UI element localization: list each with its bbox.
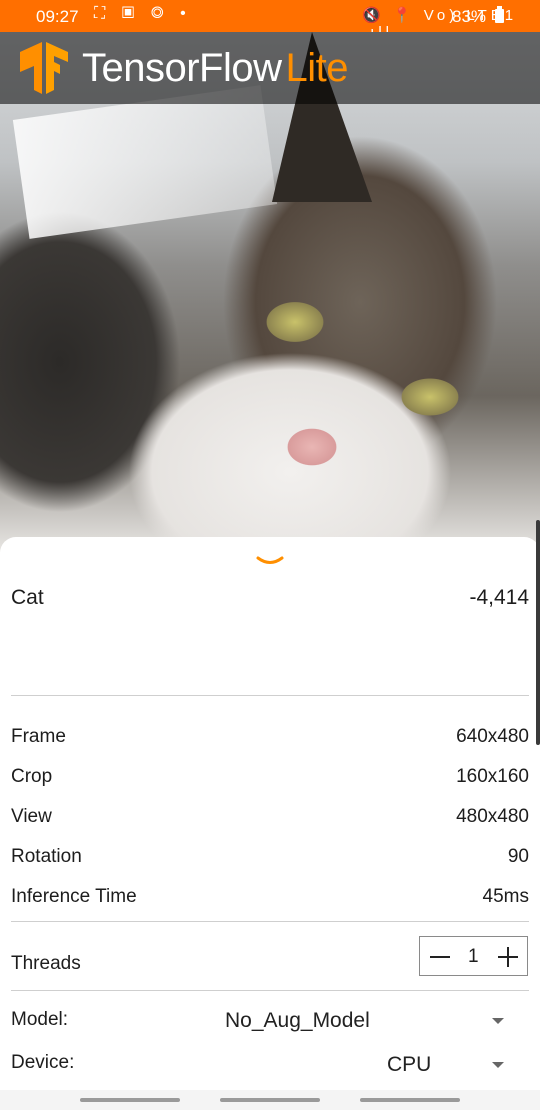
chevron-down-icon[interactable] (256, 555, 284, 567)
battery-level: 83% (452, 7, 487, 26)
status-notification-icons: ⛶ ▣ ◎ • (94, 5, 192, 22)
info-label: Crop (11, 766, 53, 787)
camera-preview (0, 32, 540, 552)
dropdown-arrow-icon[interactable] (492, 1062, 504, 1068)
dropdown-arrow-icon[interactable] (492, 1018, 504, 1024)
status-bar: 09:27 ⛶ ▣ ◎ • 🔇 📍 Vo) LTE1 .ıll 83% (0, 0, 540, 41)
info-value: 160x160 (456, 766, 529, 787)
brand-accent: Lite (285, 46, 349, 90)
device-label: Device: (11, 1052, 75, 1073)
result-score: -4,414 (469, 586, 529, 609)
info-value: 480x480 (456, 806, 529, 827)
minus-icon (430, 956, 450, 958)
threads-label: Threads (11, 953, 81, 974)
divider (11, 695, 529, 696)
tensorflow-logo-icon (20, 42, 68, 94)
device-select[interactable]: CPU (387, 1053, 431, 1077)
background-window (12, 85, 278, 239)
divider (11, 990, 529, 991)
gesture-nav-bar (0, 1090, 540, 1110)
plus-icon-vertical (507, 947, 509, 967)
threads-increment-button[interactable] (489, 937, 527, 975)
info-label: Frame (11, 726, 66, 747)
battery-icon (495, 6, 504, 23)
scrollbar[interactable] (536, 520, 540, 745)
model-select[interactable]: No_Aug_Model (225, 1009, 370, 1033)
info-value: 45ms (482, 886, 529, 907)
nav-back-handle[interactable] (360, 1098, 460, 1102)
threads-decrement-button[interactable] (420, 937, 458, 975)
info-value: 640x480 (456, 726, 529, 747)
threads-value: 1 (468, 946, 479, 967)
threads-stepper[interactable]: 1 (419, 936, 528, 976)
nav-home-handle[interactable] (220, 1098, 320, 1102)
divider (11, 921, 529, 922)
nav-recent-handle[interactable] (80, 1098, 180, 1102)
info-label: Inference Time (11, 886, 137, 907)
brand-main: TensorFlow (82, 46, 282, 90)
model-label: Model: (11, 1009, 69, 1030)
info-label: Rotation (11, 846, 82, 867)
result-label: Cat (11, 586, 44, 609)
info-label: View (11, 806, 52, 827)
status-time: 09:27 (36, 7, 79, 26)
info-value: 90 (507, 846, 529, 867)
app-title: TensorFlow Lite (82, 46, 349, 91)
